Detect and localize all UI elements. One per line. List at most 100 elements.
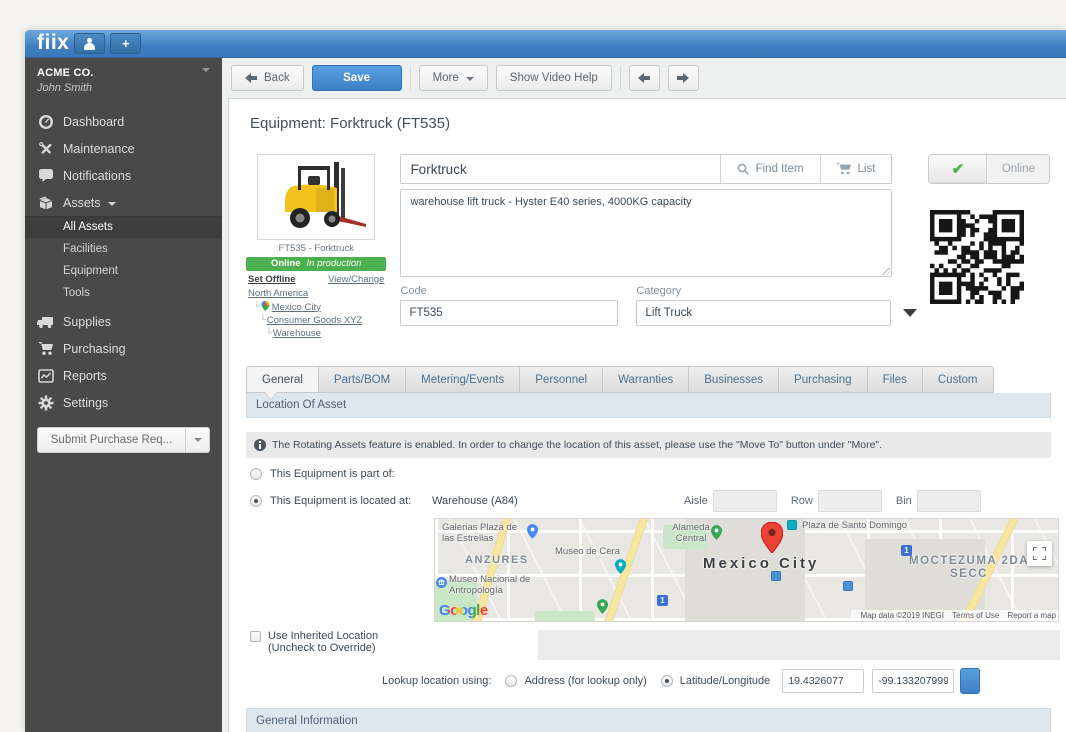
part-of-row: This Equipment is part of: — [250, 468, 1057, 480]
sidebar-item-label: Settings — [63, 396, 108, 410]
asset-name-input[interactable] — [401, 155, 719, 183]
reports-icon — [37, 367, 54, 384]
check-icon: ✔ — [952, 160, 965, 178]
sidebar-item-facilities[interactable]: Facilities — [25, 238, 222, 260]
more-label: More — [433, 72, 459, 84]
use-inherited-location-checkbox[interactable] — [250, 631, 261, 642]
asset-photo[interactable] — [257, 154, 375, 240]
map-pin-museum-icon — [436, 575, 447, 593]
tree-link-north-america[interactable]: North America — [248, 288, 308, 299]
save-button[interactable]: Save — [312, 65, 402, 91]
account-block[interactable]: ACME CO. John Smith — [25, 58, 222, 102]
tab-metering-events[interactable]: Metering/Events — [406, 366, 520, 393]
assets-subnav: All Assets Facilities Equipment Tools — [25, 216, 222, 304]
quick-add-button[interactable]: + — [110, 33, 141, 54]
tab-businesses[interactable]: Businesses — [689, 366, 779, 393]
sidebar-item-dashboard[interactable]: Dashboard — [25, 108, 222, 135]
google-logo[interactable]: Google — [439, 602, 488, 619]
tab-parts-bom[interactable]: Parts/BOM — [319, 366, 406, 393]
map-label-museo-cera: Museo de Cera — [555, 547, 620, 558]
address-radio[interactable] — [505, 675, 517, 687]
sidebar-item-purchasing[interactable]: Purchasing — [25, 335, 222, 362]
list-button[interactable]: List — [820, 155, 892, 183]
category-value[interactable]: Lift Truck — [636, 300, 891, 326]
arrow-left-icon — [245, 73, 257, 83]
bin-input[interactable] — [917, 490, 981, 512]
category-dropdown-icon[interactable] — [903, 309, 917, 317]
latlong-radio[interactable] — [661, 675, 673, 687]
map-data-credit: Map data ©2019 INEGI — [861, 611, 944, 620]
locate-button[interactable] — [960, 668, 980, 694]
terms-of-use-link[interactable]: Terms of Use — [952, 611, 999, 620]
tab-personnel[interactable]: Personnel — [520, 366, 603, 393]
sidebar-item-label: Purchasing — [63, 342, 126, 356]
previous-record-button[interactable] — [629, 65, 660, 91]
equipment-panel: Equipment: Forktruck (FT535) — [228, 98, 1066, 732]
purchase-request-caret-icon[interactable] — [185, 428, 209, 452]
tab-custom[interactable]: Custom — [923, 366, 994, 393]
tree-link-warehouse[interactable]: Warehouse — [273, 328, 321, 339]
aisle-input[interactable] — [713, 490, 777, 512]
more-button[interactable]: More — [419, 65, 488, 91]
sidebar-item-equipment[interactable]: Equipment — [25, 260, 222, 282]
sidebar-item-notifications[interactable]: Notifications — [25, 162, 222, 189]
back-button[interactable]: Back — [231, 65, 304, 91]
sidebar-item-label: Dashboard — [63, 115, 124, 129]
map-fullscreen-button[interactable] — [1027, 541, 1052, 566]
latitude-input[interactable] — [782, 669, 864, 693]
account-caret-icon[interactable] — [202, 68, 210, 72]
top-bar: fiix + — [25, 30, 1066, 58]
inherited-label: Use Inherited Location — [268, 630, 378, 642]
map-route-shield: 1 — [657, 595, 668, 606]
set-offline-link[interactable]: Set Offline — [248, 274, 296, 285]
row-input[interactable] — [818, 490, 882, 512]
company-name: ACME CO. — [37, 67, 210, 79]
submit-purchase-request-label: Submit Purchase Req... — [38, 428, 185, 452]
find-item-button[interactable]: Find Item — [720, 155, 820, 183]
submit-purchase-request-button[interactable]: Submit Purchase Req... — [37, 427, 210, 453]
sidebar-item-maintenance[interactable]: Maintenance — [25, 135, 222, 162]
status-badge: OnlineIn production — [246, 257, 386, 271]
tree-link-mexico-city[interactable]: Mexico City — [272, 302, 321, 313]
asset-description-input[interactable]: warehouse lift truck - Hyster E40 series… — [401, 190, 891, 276]
show-video-help-button[interactable]: Show Video Help — [496, 65, 612, 91]
view-change-link[interactable]: View/Change — [328, 274, 384, 285]
toolbar: Back Save More Show Video Help — [222, 58, 1066, 98]
sidebar-item-supplies[interactable]: Supplies — [25, 308, 222, 335]
resize-grip[interactable] — [882, 267, 890, 275]
code-field: Code — [400, 285, 618, 326]
online-toggle-label: Online — [987, 155, 1049, 183]
longitude-input[interactable] — [872, 669, 954, 693]
sidebar-item-tools[interactable]: Tools — [25, 282, 222, 304]
sidebar-item-settings[interactable]: Settings — [25, 389, 222, 416]
sidebar-item-reports[interactable]: Reports — [25, 362, 222, 389]
code-input[interactable] — [400, 300, 618, 326]
sidebar-item-all-assets[interactable]: All Assets — [25, 216, 222, 238]
located-at-value: Warehouse (A84) — [432, 495, 672, 507]
tree-link-consumer-goods[interactable]: Consumer Goods XYZ — [267, 315, 363, 326]
cart-icon — [837, 163, 851, 175]
online-check-button[interactable]: ✔ — [929, 155, 987, 183]
notice-text: The Rotating Assets feature is enabled. … — [272, 439, 882, 451]
part-of-radio[interactable] — [250, 468, 262, 480]
located-at-radio[interactable] — [250, 495, 262, 507]
user-profile-button[interactable] — [74, 33, 105, 54]
inherited-location-bar — [538, 630, 1060, 660]
sidebar-item-assets[interactable]: Assets — [25, 189, 222, 216]
content-area: Back Save More Show Video Help Equipm — [222, 58, 1066, 732]
tab-warranties[interactable]: Warranties — [603, 366, 689, 393]
asset-thumbnail-column: FT535 - Forktruck OnlineIn production Se… — [246, 154, 386, 340]
inherited-location-row: Use Inherited Location (Uncheck to Overr… — [250, 630, 1057, 664]
back-label: Back — [264, 72, 290, 84]
tab-purchasing[interactable]: Purchasing — [779, 366, 868, 393]
tab-general[interactable]: General — [246, 366, 319, 393]
next-record-button[interactable] — [668, 65, 699, 91]
page-title: Equipment: Forktruck (FT535) — [250, 115, 1057, 132]
map-label-galerias: Galerias Plaza de las Estrellas — [442, 523, 524, 544]
tab-files[interactable]: Files — [868, 366, 923, 393]
report-map-error-link[interactable]: Report a map err — [1008, 611, 1059, 620]
map-pin-mini-icon — [261, 301, 270, 316]
search-icon — [737, 163, 749, 175]
map-label-plaza: Plaza de Santo Domingo — [802, 521, 907, 532]
location-map[interactable]: Galerias Plaza de las Estrellas ANZURES … — [434, 518, 1059, 622]
